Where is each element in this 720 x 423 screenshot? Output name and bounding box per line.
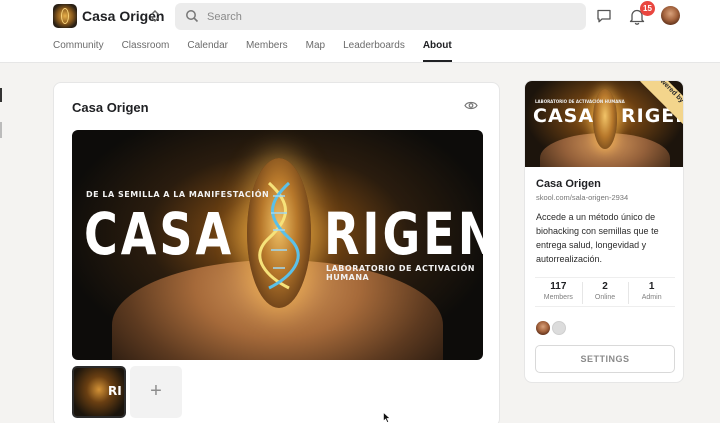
community-banner: LABORATORIO DE ACTIVACIÓN HUMANA CASA RI… xyxy=(525,81,683,167)
settings-button[interactable]: SETTINGS xyxy=(535,345,675,373)
stat-value: 1 xyxy=(648,281,655,292)
tab-leaderboards[interactable]: Leaderboards xyxy=(343,40,405,63)
banner-seed-graphic xyxy=(593,89,617,149)
community-switcher-icon[interactable] xyxy=(150,8,160,24)
tab-community[interactable]: Community xyxy=(53,40,104,63)
community-stats: 117 Members 2 Online 1 Admin xyxy=(535,277,675,307)
search-bar[interactable] xyxy=(175,3,586,30)
search-icon xyxy=(186,10,199,23)
tab-members[interactable]: Members xyxy=(246,40,288,63)
about-card: Casa Origen DE LA SEMILLA A LA MANIFESTA… xyxy=(53,82,500,423)
member-avatar[interactable] xyxy=(536,321,550,335)
stat-value: 2 xyxy=(602,281,608,292)
tab-map[interactable]: Map xyxy=(306,40,325,63)
hero-word-left: CASA xyxy=(84,200,235,268)
stat-label: Online xyxy=(594,294,616,301)
hero-tagline-top: DE LA SEMILLA A LA MANIFESTACIÓN xyxy=(86,190,270,199)
window-edge-mark xyxy=(0,122,2,138)
dna-helix-icon xyxy=(258,181,300,290)
banner-word-left: CASA xyxy=(533,105,595,127)
media-thumbnail[interactable]: RI xyxy=(72,366,126,418)
tab-calendar[interactable]: Calendar xyxy=(187,40,228,63)
banner-tagline: LABORATORIO DE ACTIVACIÓN HUMANA xyxy=(535,99,625,104)
stat-members[interactable]: 117 Members xyxy=(535,278,582,306)
page-title: Casa Origen xyxy=(72,100,149,115)
window-edge-mark xyxy=(0,88,2,102)
user-avatar[interactable] xyxy=(661,6,680,25)
eye-icon[interactable] xyxy=(464,100,478,111)
community-url[interactable]: skool.com/sala-origen-2934 xyxy=(536,193,628,202)
community-logo[interactable] xyxy=(53,4,77,28)
add-media-button[interactable]: + xyxy=(130,366,182,418)
stat-label: Admin xyxy=(641,294,662,301)
stat-value: 117 xyxy=(550,281,567,292)
notification-badge: 15 xyxy=(640,1,655,16)
community-title: Casa Origen xyxy=(536,178,601,190)
hero-tagline-bottom: LABORATORIO DE ACTIVACIÓN HUMANA xyxy=(326,264,475,282)
stat-label: Members xyxy=(543,294,573,301)
stat-admin[interactable]: 1 Admin xyxy=(628,278,675,306)
top-header: Casa Origen 15 Community Classroom Calen… xyxy=(0,0,720,63)
community-info-card: LABORATORIO DE ACTIVACIÓN HUMANA CASA RI… xyxy=(524,80,684,383)
hero-seed-graphic xyxy=(247,158,311,308)
tab-about[interactable]: About xyxy=(422,40,452,63)
stat-online[interactable]: 2 Online xyxy=(581,278,629,306)
chat-icon[interactable] xyxy=(596,8,612,24)
hero-image[interactable]: DE LA SEMILLA A LA MANIFESTACIÓN CASA RI… xyxy=(72,130,483,360)
member-avatar[interactable] xyxy=(552,321,566,335)
thumbnail-word: RI xyxy=(108,384,122,398)
tab-classroom[interactable]: Classroom xyxy=(122,40,170,63)
community-nav: Community Classroom Calendar Members Map… xyxy=(53,40,470,63)
mouse-cursor-icon xyxy=(383,412,391,423)
search-input[interactable] xyxy=(207,3,577,30)
community-description: Accede a un método único de biohacking c… xyxy=(536,212,659,264)
hero-word-right: RIGEN xyxy=(324,200,483,268)
